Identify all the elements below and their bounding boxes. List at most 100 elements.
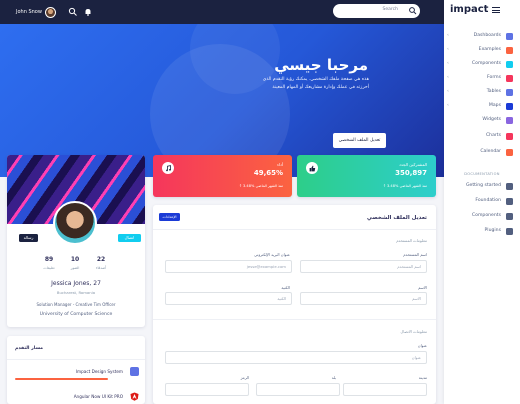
- profile-job: Solution Manager - Creative Tim Officer: [36, 302, 116, 307]
- stat-friends: 22 أصدقاء: [89, 256, 113, 270]
- country-field[interactable]: [256, 383, 340, 396]
- chevron-left-icon: ‹: [447, 33, 449, 38]
- sidebar-item-label: Plugins: [484, 228, 501, 233]
- forms-icon: [506, 74, 513, 82]
- sidebar-item-plugins[interactable]: Plugins: [444, 226, 520, 236]
- divider: [153, 319, 436, 320]
- city-field[interactable]: [343, 383, 427, 396]
- stat-label: تعليقات: [43, 266, 55, 270]
- user-menu[interactable]: John Snow: [16, 5, 56, 19]
- sidebar-item-label: Examples: [478, 47, 501, 52]
- postal-code-field[interactable]: [165, 383, 249, 396]
- firstname-field[interactable]: الاسم: [300, 292, 427, 305]
- maps-icon: [506, 102, 513, 110]
- divider: [153, 229, 436, 230]
- sidebar-item-label: Components: [471, 61, 501, 66]
- stat-value: 10: [70, 256, 80, 263]
- calendar-icon: [506, 148, 513, 156]
- divider: [7, 359, 145, 360]
- chevron-left-icon: ‹: [447, 75, 449, 80]
- lastname-field[interactable]: الكنية: [165, 292, 292, 305]
- components-icon: [506, 60, 513, 68]
- subscribers-card: المشتركين الجدد 350,897 ↑ 3.48% منذ الشه…: [297, 155, 436, 197]
- chevron-left-icon: ‹: [447, 47, 449, 52]
- firstname-value: الاسم: [412, 296, 421, 301]
- stat-label: أصدقاء: [95, 266, 107, 270]
- angular-logo-icon: [130, 392, 139, 401]
- chevron-left-icon: ‹: [447, 103, 449, 108]
- search-icon[interactable]: [408, 6, 418, 16]
- card-value: 350,897: [395, 169, 427, 177]
- card-value: 49,65%: [253, 169, 283, 177]
- plugins-icon: [506, 227, 513, 235]
- profile-university: University of Computer Science: [39, 312, 113, 317]
- dashboard-icon: [506, 32, 513, 40]
- card-change: ↑ 3.48% منذ الشهر الماضي: [382, 184, 427, 188]
- sidebar-item-components[interactable]: ‹ Components: [444, 59, 520, 69]
- sidebar-item-tables[interactable]: ‹ Tables: [444, 87, 520, 97]
- edit-profile-card: تعديل الملف الشخصي الإعدادات معلومات الم…: [153, 205, 436, 404]
- progress-track-title: مسار التقدم: [15, 346, 43, 351]
- sidebar-item-doc-components[interactable]: Components: [444, 211, 520, 221]
- profile-card: اتصال رسالة 89 تعليقات 10 الصور 22 أصدقا…: [7, 155, 145, 327]
- sidebar-item-charts[interactable]: Charts: [444, 131, 520, 141]
- address-label: عنوان: [417, 343, 427, 348]
- postal-code-label: الرمز: [240, 375, 249, 380]
- profile-stats: 89 تعليقات 10 الصور 22 أصدقاء: [37, 256, 113, 270]
- sidebar-item-dashboards[interactable]: ‹ Dashboards: [444, 31, 520, 41]
- username-value: اسم المستخدم: [397, 264, 421, 269]
- bell-icon[interactable]: [83, 7, 93, 17]
- sidebar-item-label: Getting started: [466, 183, 501, 188]
- email-label: عنوان البريد الإلكتروني: [254, 252, 290, 257]
- connect-button[interactable]: اتصال: [118, 234, 141, 242]
- profile-name: Jessica Jones, 27: [51, 280, 101, 287]
- project-logo-icon: [130, 367, 139, 376]
- card-title: أداء: [277, 162, 283, 167]
- sidebar: impact ‹ Dashboards ‹ Examples ‹ Compone…: [444, 0, 520, 404]
- address-value: عنوان: [411, 355, 421, 360]
- country-label: بلد: [331, 375, 336, 380]
- email-value: jesse@example.com: [246, 264, 286, 269]
- components-icon: [506, 212, 513, 220]
- username-label: اسم المستخدم: [403, 252, 427, 257]
- form-title: تعديل الملف الشخصي: [366, 215, 427, 221]
- sidebar-item-label: Foundation: [475, 198, 501, 203]
- tables-icon: [506, 88, 513, 96]
- sidebar-item-label: Widgets: [482, 117, 501, 122]
- sidebar-item-calendar[interactable]: Calendar: [444, 147, 520, 157]
- sidebar-item-forms[interactable]: ‹ Forms: [444, 73, 520, 83]
- user-avatar[interactable]: [44, 6, 56, 18]
- address-field[interactable]: عنوان: [165, 351, 427, 364]
- stat-photos: 10 الصور: [63, 256, 87, 270]
- settings-button[interactable]: الإعدادات: [159, 213, 180, 221]
- sidebar-item-foundation[interactable]: Foundation: [444, 196, 520, 206]
- profile-avatar: [53, 201, 97, 245]
- username-field[interactable]: اسم المستخدم: [300, 260, 427, 273]
- email-field[interactable]: jesse@example.com: [165, 260, 292, 273]
- search-icon[interactable]: [68, 7, 78, 17]
- firstname-label: الاسم: [418, 285, 427, 290]
- sidebar-section-documentation: DOCUMENTATION: [464, 172, 500, 176]
- menu-toggle-icon[interactable]: [492, 7, 500, 13]
- brand-logo[interactable]: impact: [450, 4, 488, 15]
- edit-profile-button[interactable]: تعديل الملف الشخصي: [333, 133, 386, 148]
- sidebar-item-label: Charts: [485, 133, 501, 138]
- sidebar-item-widgets[interactable]: Widgets: [444, 115, 520, 125]
- sidebar-item-getting-started[interactable]: Getting started: [444, 181, 520, 191]
- sidebar-item-label: Forms: [487, 75, 501, 80]
- sidebar-item-label: Maps: [488, 103, 501, 108]
- sidebar-item-label: Dashboards: [473, 33, 501, 38]
- search-placeholder: Search: [382, 7, 398, 12]
- chevron-left-icon: ‹: [447, 61, 449, 66]
- top-navbar: John Snow Search: [0, 0, 444, 24]
- stat-comments: 89 تعليقات: [37, 256, 61, 270]
- sidebar-item-examples[interactable]: ‹ Examples: [444, 45, 520, 55]
- rocket-icon: [506, 182, 513, 190]
- lastname-label: الكنية: [281, 285, 290, 290]
- search-input[interactable]: Search: [333, 4, 420, 18]
- section-contact-info: معلومات الاتصال: [400, 329, 427, 334]
- progress-bar: [15, 378, 108, 380]
- message-button[interactable]: رسالة: [19, 234, 38, 242]
- sidebar-item-maps[interactable]: ‹ Maps: [444, 101, 520, 111]
- card-title: المشتركين الجدد: [399, 162, 427, 167]
